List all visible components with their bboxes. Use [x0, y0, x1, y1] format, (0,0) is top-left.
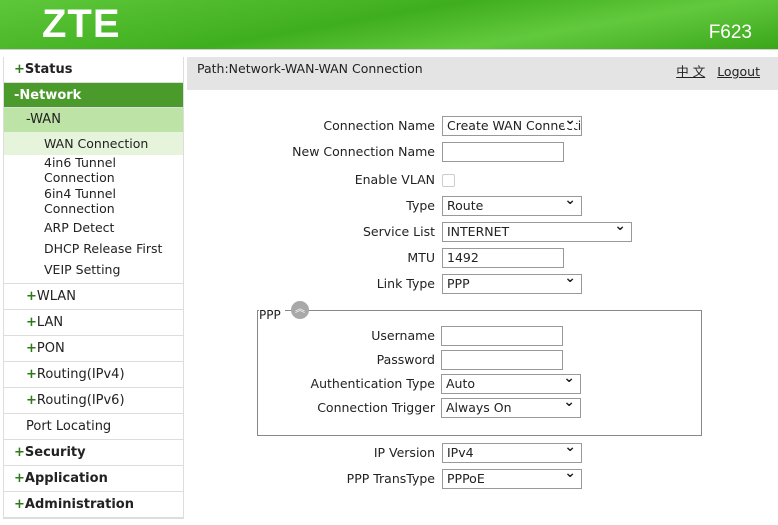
label: Service List: [362, 224, 435, 239]
label: Administration: [24, 497, 134, 512]
label: Password: [376, 352, 435, 367]
expand-icon: +: [26, 289, 37, 304]
label: Connection Trigger: [317, 400, 435, 415]
label: Security: [24, 445, 86, 460]
sidebar-item-administration[interactable]: +Administration: [4, 492, 183, 518]
ip-version-row: IP Version IPv4: [187, 443, 778, 463]
expand-icon: +: [14, 445, 25, 460]
label: PON: [36, 341, 65, 356]
sidebar-item-4in6-tunnel[interactable]: 4in6 Tunnel Connection: [4, 155, 183, 186]
link-type-row: Link Type PPP: [187, 274, 778, 294]
new-connection-name-input[interactable]: [442, 142, 564, 162]
sidebar: +Status -Network -WAN WAN Connection 4in…: [3, 57, 184, 519]
type-select[interactable]: Route: [442, 196, 582, 216]
label: LAN: [36, 315, 64, 330]
label: IP Version: [373, 445, 435, 460]
sidebar-item-application[interactable]: +Application: [4, 466, 183, 492]
label: WLAN: [36, 289, 76, 304]
label: Link Type: [376, 276, 435, 291]
label: Status: [24, 62, 73, 77]
expand-icon: +: [14, 471, 25, 486]
enable-vlan-checkbox[interactable]: [442, 174, 455, 187]
expand-icon: +: [26, 367, 37, 382]
header-links: 中 文 Logout: [668, 61, 760, 80]
sidebar-item-lan[interactable]: +LAN: [4, 310, 183, 336]
sidebar-item-security[interactable]: +Security: [4, 440, 183, 466]
service-list-select[interactable]: INTERNET: [442, 222, 632, 242]
ppp-transtype-row: PPP TransType PPPoE: [187, 469, 778, 489]
collapse-icon[interactable]: ︽: [291, 301, 309, 319]
password-input[interactable]: [441, 350, 563, 370]
service-list-row: Service List INTERNET: [187, 222, 778, 242]
mtu-input[interactable]: 1492: [442, 248, 564, 268]
auth-type-row: Authentication Type Auto: [187, 374, 778, 394]
label: Connection Name: [323, 118, 435, 133]
ppp-transtype-select[interactable]: PPPoE: [442, 469, 582, 489]
label: Enable VLAN: [354, 172, 435, 187]
label: Type: [406, 198, 435, 213]
label: New Connection Name: [292, 144, 435, 159]
sidebar-item-wlan[interactable]: +WLAN: [4, 284, 183, 310]
connection-trigger-select[interactable]: Always On: [441, 398, 581, 418]
expand-icon: +: [26, 315, 37, 330]
sidebar-item-pon[interactable]: +PON: [4, 336, 183, 362]
label: Routing(IPv6): [36, 393, 125, 408]
sidebar-item-wan-connection[interactable]: WAN Connection: [4, 132, 183, 155]
expand-icon: +: [26, 341, 37, 356]
sidebar-item-network[interactable]: -Network: [4, 83, 183, 108]
sidebar-item-routing-ipv6[interactable]: +Routing(IPv6): [4, 388, 183, 414]
logout-link[interactable]: Logout: [717, 64, 760, 79]
label: PPP TransType: [346, 471, 435, 486]
ppp-legend: PPP: [259, 308, 285, 322]
sidebar-item-port-locating[interactable]: Port Locating: [4, 414, 183, 440]
label: Application: [24, 471, 108, 486]
sidebar-item-wan[interactable]: -WAN: [4, 108, 183, 132]
ip-version-select[interactable]: IPv4: [442, 443, 582, 463]
connection-trigger-row: Connection Trigger Always On: [187, 398, 778, 418]
expand-icon: +: [14, 497, 25, 512]
expand-icon: +: [14, 62, 25, 77]
auth-type-select[interactable]: Auto: [441, 374, 581, 394]
password-row: Password: [187, 350, 778, 370]
sidebar-item-6in4-tunnel[interactable]: 6in4 Tunnel Connection: [4, 186, 183, 217]
username-input[interactable]: [441, 326, 563, 346]
label: Routing(IPv4): [36, 367, 125, 382]
sidebar-item-veip-setting[interactable]: VEIP Setting: [4, 259, 183, 284]
label: Authentication Type: [310, 376, 435, 391]
username-row: Username: [187, 326, 778, 346]
connection-name-select[interactable]: Create WAN Connection: [442, 116, 582, 136]
header: ZTE F623: [0, 0, 778, 50]
sidebar-item-dhcp-release-first[interactable]: DHCP Release First: [4, 238, 183, 259]
model-name: F623: [708, 22, 752, 43]
expand-icon: +: [26, 393, 37, 408]
new-connection-name-row: New Connection Name: [187, 142, 778, 162]
sidebar-item-routing-ipv4[interactable]: +Routing(IPv4): [4, 362, 183, 388]
sidebar-item-status[interactable]: +Status: [4, 57, 183, 83]
language-link[interactable]: 中 文: [676, 64, 705, 79]
connection-name-row: Connection Name Create WAN Connection: [187, 116, 778, 136]
label: MTU: [407, 250, 435, 265]
sidebar-item-arp-detect[interactable]: ARP Detect: [4, 217, 183, 238]
zte-logo: ZTE: [42, 2, 121, 46]
mtu-row: MTU 1492: [187, 248, 778, 268]
enable-vlan-row: Enable VLAN: [187, 170, 778, 190]
type-row: Type Route: [187, 196, 778, 216]
link-type-select[interactable]: PPP: [442, 274, 582, 294]
label: Username: [371, 328, 435, 343]
